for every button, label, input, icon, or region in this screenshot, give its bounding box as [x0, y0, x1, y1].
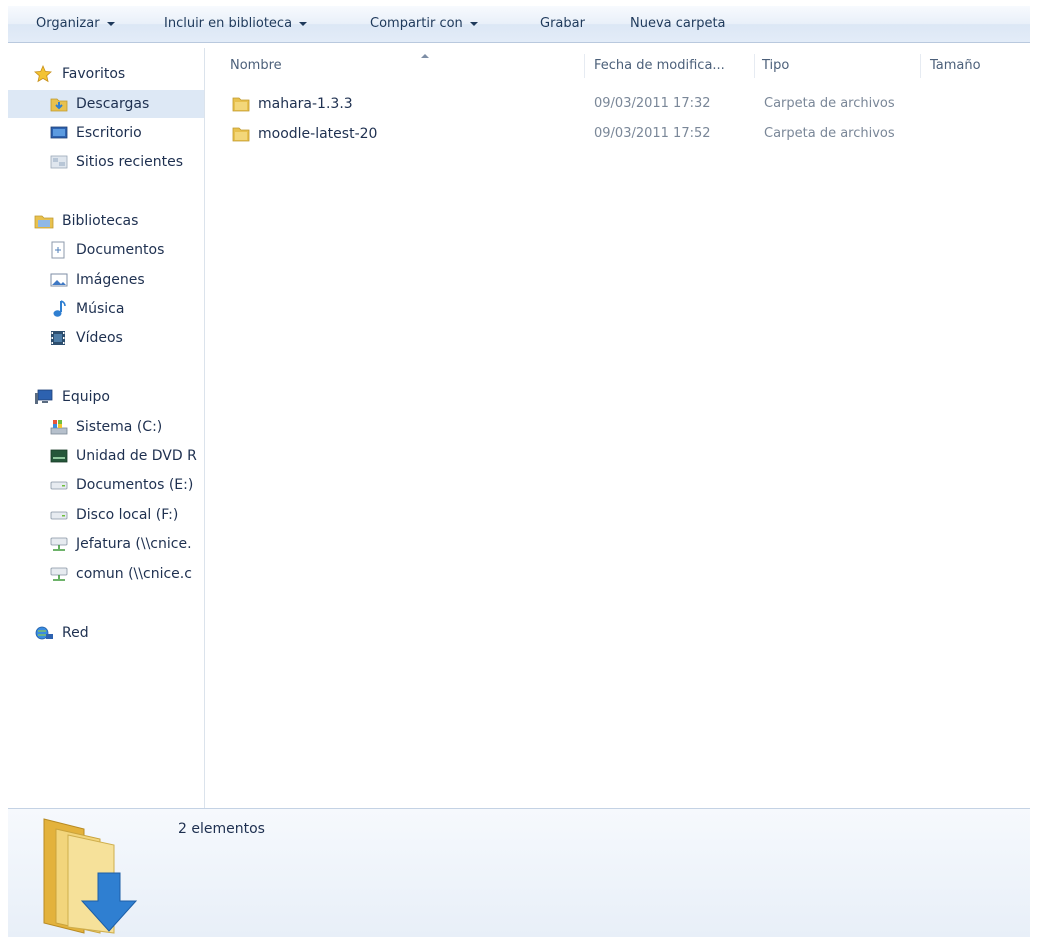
- new-folder-button[interactable]: Nueva carpeta: [630, 6, 726, 42]
- system-drive-icon: [50, 420, 68, 435]
- explorer-window: Organizar Incluir en biblioteca Comparti…: [0, 0, 1039, 939]
- network-drive-icon: [50, 567, 68, 581]
- nav-item-system-drive-label: Sistema (C:): [76, 419, 163, 435]
- share-with-label: Compartir con: [370, 16, 463, 31]
- nav-item-network-drive-comun-label: comun (\\cnice.c: [76, 566, 192, 582]
- new-folder-label: Nueva carpeta: [630, 16, 726, 31]
- burn-label: Grabar: [540, 16, 585, 31]
- chevron-down-icon: [299, 21, 308, 26]
- downloads-folder-icon: [50, 98, 68, 112]
- nav-item-downloads[interactable]: Descargas: [8, 90, 204, 118]
- share-with-button[interactable]: Compartir con: [370, 6, 478, 42]
- file-name: mahara-1.3.3: [258, 96, 353, 112]
- nav-computer[interactable]: Equipo: [8, 383, 198, 411]
- include-in-library-label: Incluir en biblioteca: [164, 16, 293, 31]
- folder-icon: [232, 97, 250, 112]
- nav-favorites-label: Favoritos: [62, 66, 126, 82]
- dvd-drive-icon: [50, 449, 68, 463]
- nav-item-dvd-drive-label: Unidad de DVD R: [76, 448, 197, 464]
- file-name: moodle-latest-20: [258, 126, 378, 142]
- nav-item-local-disk[interactable]: Disco local (F:): [8, 501, 204, 529]
- column-header-date[interactable]: Fecha de modifica...: [594, 54, 754, 78]
- nav-item-desktop-label: Escritorio: [76, 125, 142, 141]
- nav-item-videos-label: Vídeos: [76, 330, 123, 346]
- burn-button[interactable]: Grabar: [540, 6, 585, 42]
- nav-item-recent-places-label: Sitios recientes: [76, 154, 183, 170]
- file-date: 09/03/2011 17:32: [594, 96, 711, 111]
- folder-icon: [232, 127, 250, 142]
- nav-computer-label: Equipo: [62, 389, 110, 405]
- nav-item-pictures-label: Imágenes: [76, 272, 145, 288]
- downloads-folder-large-icon: [43, 818, 138, 934]
- details-pane: 2 elementos: [8, 808, 1030, 937]
- column-header-size-label: Tamaño: [930, 58, 981, 73]
- include-in-library-button[interactable]: Incluir en biblioteca: [164, 6, 308, 42]
- file-row[interactable]: mahara-1.3.3 09/03/2011 17:32 Carpeta de…: [226, 90, 1030, 118]
- nav-item-documents-label: Documentos: [76, 242, 165, 258]
- network-drive-icon: [50, 537, 68, 551]
- nav-item-pictures[interactable]: Imágenes: [8, 266, 204, 294]
- recent-places-icon: [50, 155, 68, 169]
- nav-item-network-drive-jefatura[interactable]: Jefatura (\\cnice.: [8, 530, 204, 558]
- column-header-type-label: Tipo: [762, 58, 790, 73]
- organize-button[interactable]: Organizar: [36, 6, 115, 42]
- music-icon: [53, 300, 66, 317]
- videos-icon: [51, 331, 65, 345]
- nav-item-network-drive-comun[interactable]: comun (\\cnice.c: [8, 560, 204, 588]
- column-header-name-label: Nombre: [230, 58, 282, 73]
- column-header-size[interactable]: Tamaño: [930, 54, 1010, 78]
- nav-item-documents-drive[interactable]: Documentos (E:): [8, 471, 204, 499]
- organize-label: Organizar: [36, 16, 100, 31]
- pictures-icon: [50, 273, 68, 287]
- column-header-date-label: Fecha de modifica...: [594, 58, 725, 73]
- nav-item-downloads-label: Descargas: [76, 96, 150, 112]
- nav-item-documents[interactable]: Documentos: [8, 236, 204, 264]
- documents-icon: [51, 241, 65, 259]
- column-header-name[interactable]: Nombre: [230, 54, 570, 78]
- column-header-type[interactable]: Tipo: [762, 54, 912, 78]
- sort-ascending-icon: [421, 54, 429, 58]
- nav-network-label: Red: [62, 625, 89, 641]
- column-divider[interactable]: [584, 54, 585, 78]
- desktop-icon: [50, 126, 68, 139]
- file-type: Carpeta de archivos: [764, 96, 895, 111]
- nav-item-music[interactable]: Música: [8, 295, 204, 323]
- column-divider[interactable]: [920, 54, 921, 78]
- nav-libraries-label: Bibliotecas: [62, 213, 139, 229]
- nav-item-network-drive-jefatura-label: Jefatura (\\cnice.: [76, 536, 192, 552]
- nav-item-desktop[interactable]: Escritorio: [8, 119, 204, 147]
- nav-item-system-drive[interactable]: Sistema (C:): [8, 413, 204, 441]
- nav-item-documents-drive-label: Documentos (E:): [76, 477, 194, 493]
- nav-item-music-label: Música: [76, 301, 125, 317]
- nav-item-local-disk-label: Disco local (F:): [76, 507, 179, 523]
- network-icon: [35, 626, 53, 640]
- computer-icon: [35, 389, 53, 404]
- chevron-down-icon: [469, 21, 478, 26]
- chevron-down-icon: [106, 21, 115, 26]
- nav-network[interactable]: Red: [8, 619, 198, 647]
- nav-libraries[interactable]: Bibliotecas: [8, 207, 198, 235]
- column-divider[interactable]: [754, 54, 755, 78]
- nav-item-recent-places[interactable]: Sitios recientes: [8, 148, 204, 176]
- navigation-pane[interactable]: Favoritos Descargas Escritorio Sitios re…: [8, 48, 205, 808]
- file-type: Carpeta de archivos: [764, 126, 895, 141]
- command-bar: Organizar Incluir en biblioteca Comparti…: [8, 6, 1030, 43]
- nav-item-dvd-drive[interactable]: Unidad de DVD R: [8, 442, 204, 470]
- star-icon: [34, 65, 52, 83]
- file-list[interactable]: Nombre Fecha de modifica... Tipo Tamaño …: [208, 48, 1036, 808]
- file-row[interactable]: moodle-latest-20 09/03/2011 17:52 Carpet…: [226, 120, 1030, 148]
- nav-item-videos[interactable]: Vídeos: [8, 324, 204, 352]
- item-count: 2 elementos: [178, 821, 265, 837]
- drive-icon: [50, 481, 68, 490]
- drive-icon: [50, 511, 68, 520]
- nav-favorites[interactable]: Favoritos: [8, 60, 198, 88]
- libraries-icon: [34, 215, 54, 229]
- file-date: 09/03/2011 17:52: [594, 126, 711, 141]
